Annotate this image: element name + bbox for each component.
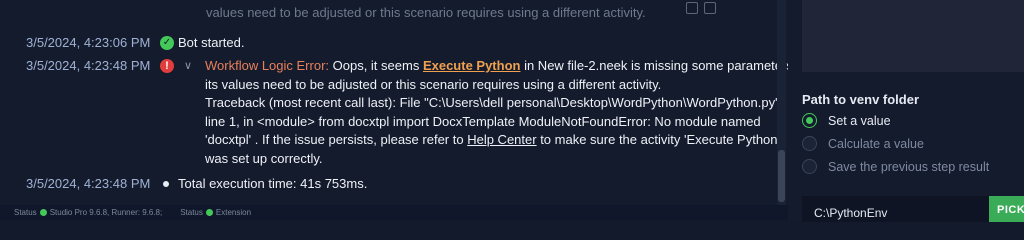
- venv-section-title: Path to venv folder: [802, 92, 920, 107]
- log-entry: 3/5/2024, 4:23:06 PM ✓ Bot started.: [0, 34, 778, 54]
- preview-area: [802, 0, 1024, 72]
- pick-button[interactable]: PICK: [989, 196, 1024, 222]
- error-label: Workflow Logic Error:: [205, 58, 330, 73]
- copy-icon[interactable]: [686, 2, 698, 14]
- status-ok-icon: [39, 209, 47, 216]
- log-entry: 3/5/2024, 4:23:48 PM Total execution tim…: [0, 175, 778, 195]
- radio-button[interactable]: [802, 159, 817, 174]
- expand-icon[interactable]: [704, 2, 716, 14]
- log-scrollbar[interactable]: [777, 0, 786, 205]
- log-timestamp: 3/5/2024, 4:23:06 PM: [26, 35, 151, 50]
- log-message: Total execution time: 41s 753ms.: [178, 176, 368, 191]
- error-icon: !: [160, 59, 174, 73]
- log-panel: values need to be adjusted or this scena…: [0, 0, 788, 205]
- status-ok-icon: [205, 209, 213, 216]
- status-item-extension: Status Extension: [180, 208, 251, 217]
- status-bar: Status Studio Pro 9.6.8, Runner: 9.6.8; …: [0, 205, 788, 220]
- error-text: Oops, it seems: [329, 58, 423, 73]
- error-line: 'docxtpl' . If the issue persists, pleas…: [205, 131, 785, 150]
- traceback-line: Traceback (most recent call last): File …: [205, 95, 784, 110]
- log-timestamp: 3/5/2024, 4:23:48 PM: [26, 58, 151, 73]
- error-text: to make sure the activity 'Execute Pytho…: [536, 132, 780, 147]
- error-message: Workflow Logic Error: Oops, it seems Exe…: [205, 57, 788, 168]
- error-line: was set up correctly.: [205, 150, 323, 166]
- status-label: Status: [14, 208, 37, 217]
- chevron-down-icon[interactable]: ∨: [184, 57, 192, 76]
- option-label: Save the previous step result: [828, 159, 990, 174]
- log-timestamp: 3/5/2024, 4:23:48 PM: [26, 176, 151, 191]
- status-item-studio: Status Studio Pro 9.6.8, Runner: 9.6.8;: [14, 208, 162, 217]
- error-text: 'docxtpl' . If the issue persists, pleas…: [205, 132, 468, 147]
- error-line: its values need to be adjusted or this s…: [205, 76, 662, 92]
- status-value: Extension: [215, 208, 252, 217]
- log-message: Bot started.: [178, 35, 245, 50]
- check-circle-icon: ✓: [160, 36, 174, 50]
- help-center-link[interactable]: Help Center: [467, 132, 536, 147]
- radio-button[interactable]: [802, 136, 817, 151]
- venv-path-input[interactable]: [802, 196, 992, 222]
- status-label: Status: [180, 208, 203, 217]
- option-label: Set a value: [828, 113, 891, 128]
- dot-icon: [163, 181, 169, 187]
- error-text: in New file-2.neek is missing some param…: [520, 58, 788, 73]
- error-line: Workflow Logic Error: Oops, it seems Exe…: [205, 57, 788, 76]
- option-save-previous-result[interactable]: Save the previous step result: [802, 159, 989, 174]
- option-set-value[interactable]: Set a value: [802, 113, 891, 128]
- status-value: Studio Pro 9.6.8, Runner: 9.6.8;: [49, 208, 163, 217]
- radio-button-checked[interactable]: [802, 113, 817, 128]
- option-calculate-value[interactable]: Calculate a value: [802, 136, 924, 151]
- properties-panel: Path to venv folder Set a value Calculat…: [788, 0, 1024, 222]
- log-entry-error: 3/5/2024, 4:23:48 PM ! ∨ Workflow Logic …: [0, 57, 788, 171]
- execute-python-link[interactable]: Execute Python: [423, 58, 521, 73]
- traceback-line: line 1, in <module> from docxtpl import …: [205, 113, 761, 129]
- scrollbar-thumb[interactable]: [778, 150, 785, 202]
- log-entry-fragment: values need to be adjusted or this scena…: [206, 5, 646, 20]
- option-label: Calculate a value: [828, 136, 924, 151]
